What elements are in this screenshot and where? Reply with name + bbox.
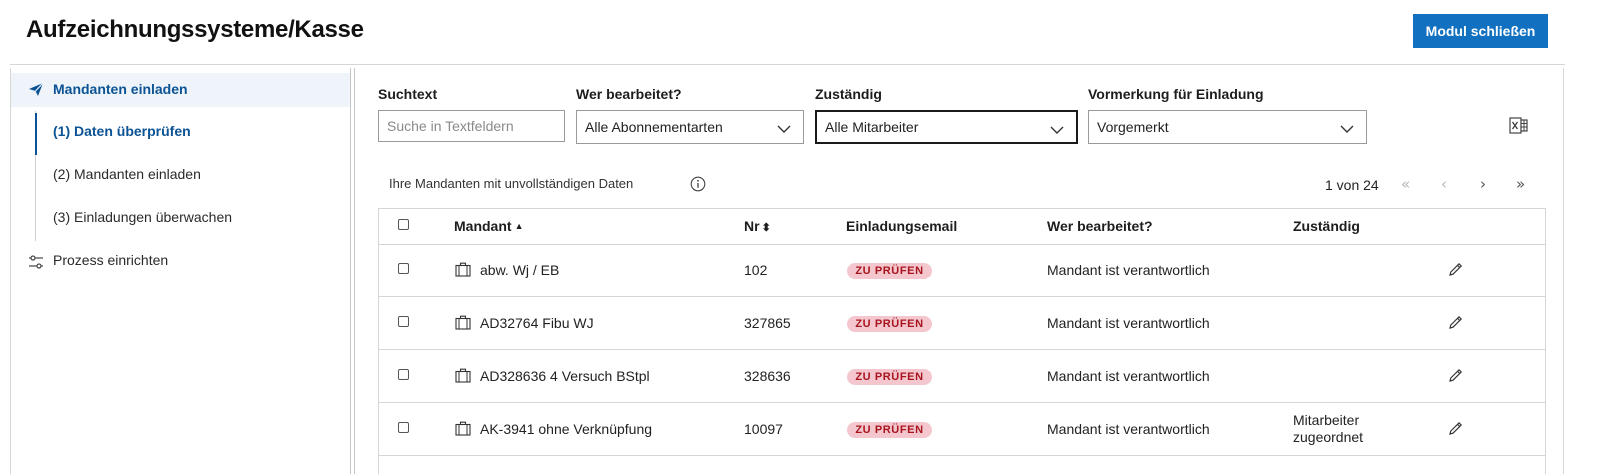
close-module-button[interactable]: Modul schließen [1413,14,1548,48]
table-row[interactable]: abw. Wj / EB 102 ZU PRÜFEN Mandant ist v… [379,244,1545,297]
editor-value: Mandant ist verantwortlich [1047,315,1210,331]
client-name: AD328636 4 Versuch BStpl [480,368,650,384]
pager-next-button[interactable]: › [1480,175,1486,193]
sidebar-subitem-einladungen-ueberwachen[interactable]: (3) Einladungen überwachen [53,209,232,225]
row-checkbox[interactable] [398,316,409,327]
responsible-value: Mitarbeiter zugeordnet [1293,412,1363,446]
page-title: Aufzeichnungssysteme/Kasse [26,16,364,43]
status-badge: ZU PRÜFEN [847,263,932,279]
column-header-label: Mandant [454,218,512,234]
column-header-zustaendig: Zuständig [1293,218,1360,234]
chevron-down-icon [777,121,791,137]
marking-filter-label: Vormerkung für Einladung [1088,86,1264,102]
sidebar-divider [350,68,351,474]
select-all-checkbox[interactable] [398,219,409,230]
briefcase-icon [455,368,471,387]
paper-plane-icon [28,82,44,101]
sort-ascending-icon: ▲ [514,221,524,231]
responsible-line: zugeordnet [1293,429,1364,445]
table-row[interactable]: AD32764 Fibu WJ 327865 ZU PRÜFEN Mandant… [379,297,1545,350]
responsible-filter-label: Zuständig [815,86,882,102]
editor-filter-select[interactable]: Alle Abonnementarten [576,110,804,144]
column-header-label: Nr [744,218,760,234]
clients-table: Mandant ▲ Nr ⬍ Einladungsemail Wer bearbei… [378,208,1546,474]
column-header-nr[interactable]: Nr ⬍ [744,218,771,234]
row-checkbox[interactable] [398,369,409,380]
responsible-filter-value: Alle Mitarbeiter [825,119,919,135]
editor-filter-value: Alle Abonnementarten [585,119,723,135]
status-badge: ZU PRÜFEN [847,316,932,332]
table-row[interactable]: AD328636 4 Versuch BStpl 328636 ZU PRÜFE… [379,350,1545,403]
content-border [1563,68,1564,474]
header-divider [10,64,1565,65]
edit-pencil-icon[interactable] [1448,368,1463,387]
edit-pencil-icon[interactable] [1448,421,1463,440]
client-name: abw. Wj / EB [480,262,560,278]
editor-filter-label: Wer bearbeitet? [576,86,682,102]
edit-pencil-icon[interactable] [1448,315,1463,334]
table-caption: Ihre Mandanten mit unvollständigen Daten [389,176,634,191]
table-row[interactable]: AK-3941 ohne Verknüpfung 10097 ZU PRÜFEN… [379,403,1545,456]
marking-filter-select[interactable]: Vorgemerkt [1088,110,1367,144]
sidebar-item-prozess-einrichten[interactable]: Prozess einrichten [11,248,350,274]
page-header: Aufzeichnungssysteme/Kasse Modul schließ… [0,0,1605,64]
sidebar-item-mandanten-einladen[interactable]: Mandanten einladen [11,73,350,107]
info-icon[interactable] [690,176,706,196]
marking-filter-value: Vorgemerkt [1097,119,1169,135]
responsible-filter-select[interactable]: Alle Mitarbeiter [815,110,1078,144]
pager-prev-button[interactable]: ‹ [1441,175,1447,193]
sidebar-subitem-daten-ueberpruefen[interactable]: (1) Daten überprüfen [53,123,191,139]
status-badge: ZU PRÜFEN [847,369,932,385]
client-number: 327865 [744,315,791,331]
status-badge: ZU PRÜFEN [847,422,932,438]
editor-value: Mandant ist verantwortlich [1047,262,1210,278]
chevron-down-icon [1050,122,1064,138]
sidebar-item-label: Mandanten einladen [53,81,188,97]
search-input[interactable] [378,110,565,142]
sliders-icon [28,254,44,273]
pager-last-button[interactable]: » [1516,175,1525,193]
client-number: 328636 [744,368,791,384]
column-header-einladungsemail: Einladungsemail [846,218,958,234]
row-checkbox[interactable] [398,422,409,433]
editor-value: Mandant ist verantwortlich [1047,421,1210,437]
briefcase-icon [455,262,471,281]
briefcase-icon [455,421,471,440]
edit-pencil-icon[interactable] [1448,262,1463,281]
client-name: AK-3941 ohne Verknüpfung [480,421,653,437]
responsible-line: Mitarbeiter [1293,412,1360,428]
search-label: Suchtext [378,86,438,102]
pager-first-button[interactable]: « [1401,175,1410,193]
pager-status: 1 von 24 [1325,177,1379,193]
column-header-mandant[interactable]: Mandant ▲ [454,218,523,234]
sidebar-subitem-mandanten-einladen[interactable]: (2) Mandanten einladen [53,166,201,182]
client-name: AD32764 Fibu WJ [480,315,594,331]
client-number: 102 [744,262,768,278]
subnav-active-indicator [35,113,37,155]
editor-value: Mandant ist verantwortlich [1047,368,1210,384]
sidebar: Mandanten einladen (1) Daten überprüfen … [10,68,351,474]
client-number: 10097 [744,421,783,437]
sort-icon: ⬍ [761,222,771,234]
sidebar-item-label: Prozess einrichten [53,252,169,268]
chevron-down-icon [1340,121,1354,137]
sidebar-divider [354,68,355,474]
column-header-wer-bearbeitet: Wer bearbeitet? [1047,218,1153,234]
briefcase-icon [455,315,471,334]
table-header-row: Mandant ▲ Nr ⬍ Einladungsemail Wer bearbei… [379,209,1545,245]
excel-export-icon[interactable] [1509,117,1529,139]
row-checkbox[interactable] [398,263,409,274]
